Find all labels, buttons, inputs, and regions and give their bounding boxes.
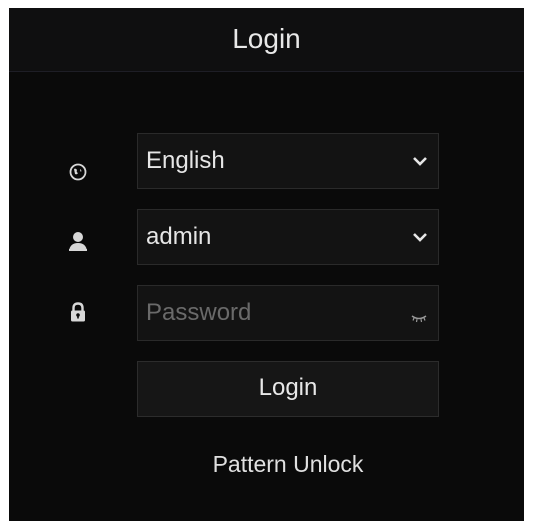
chevron-down-icon[interactable] [412,230,428,242]
language-select[interactable]: English [137,133,439,189]
username-value: admin [146,223,212,250]
login-button[interactable]: Login [137,361,439,417]
pattern-unlock-link[interactable]: Pattern Unlock [137,450,439,478]
dialog-title: Login [232,23,301,54]
dialog-header: Login [9,8,524,72]
language-value: English [146,147,225,174]
username-select[interactable]: admin [137,209,439,265]
lock-icon [67,301,89,323]
user-icon [67,230,89,252]
chevron-down-icon[interactable] [412,154,428,166]
password-input[interactable]: Password [146,300,251,326]
login-dialog: Login English admin Password Login Patte… [9,8,524,521]
eye-closed-icon[interactable] [410,310,428,323]
globe-icon [67,161,89,183]
password-field[interactable]: Password [137,285,439,341]
